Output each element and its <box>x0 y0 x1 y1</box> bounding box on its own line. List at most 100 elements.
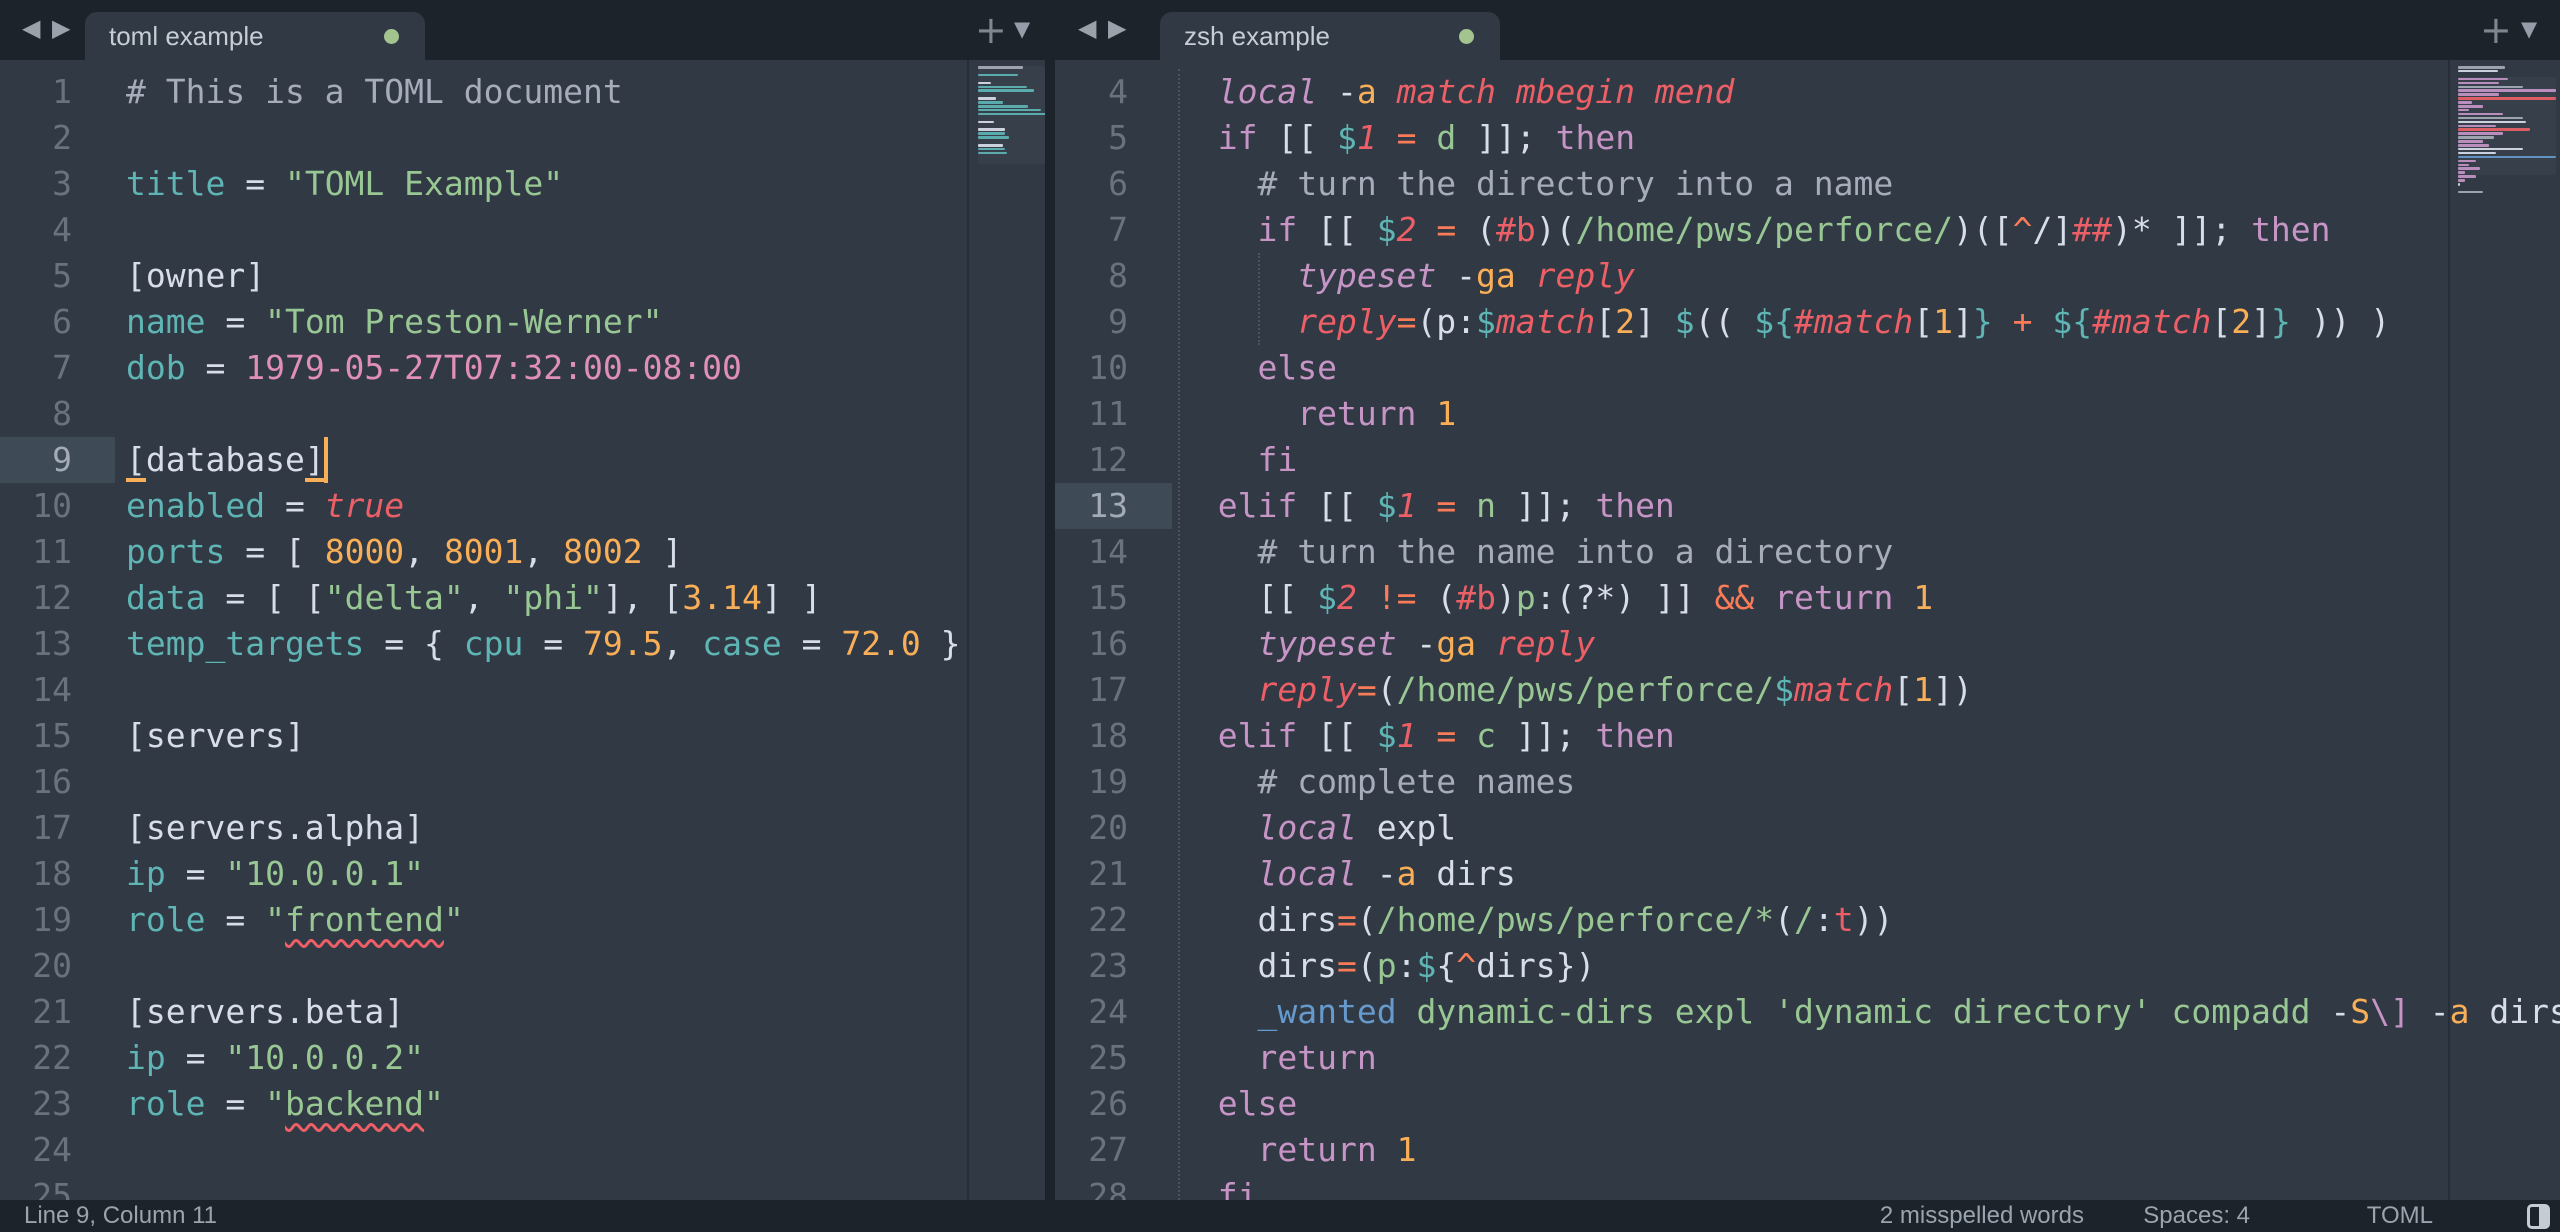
line-number[interactable]: 21 <box>1055 851 1128 897</box>
code-line[interactable]: # turn the name into a directory <box>1178 529 1893 575</box>
line-number[interactable]: 22 <box>1055 897 1128 943</box>
line-number[interactable]: 5 <box>1055 115 1128 161</box>
cursor-position-status[interactable]: Line 9, Column 11 <box>24 1200 217 1232</box>
prev-tab-arrow-icon[interactable]: ◀ <box>22 14 40 42</box>
indentation-status[interactable]: Spaces: 4 <box>2143 1200 2250 1232</box>
line-number[interactable]: 7 <box>0 345 72 391</box>
code-line[interactable]: return <box>1178 1035 1377 1081</box>
line-number[interactable]: 17 <box>0 805 72 851</box>
code-line[interactable]: [servers.alpha] <box>126 805 424 851</box>
line-number[interactable]: 19 <box>1055 759 1128 805</box>
line-number[interactable]: 16 <box>0 759 72 805</box>
code-line[interactable]: [[ $2 != (#b)p:(?*) ]] && return 1 <box>1178 575 1933 621</box>
line-number[interactable]: 15 <box>0 713 72 759</box>
code-line[interactable]: # turn the directory into a name <box>1178 161 1893 207</box>
line-number[interactable]: 2 <box>0 115 72 161</box>
code-line[interactable]: if [[ $1 = d ]]; then <box>1178 115 1635 161</box>
line-number[interactable]: 24 <box>1055 989 1128 1035</box>
line-number[interactable]: 25 <box>1055 1035 1128 1081</box>
line-number[interactable]: 6 <box>1055 161 1128 207</box>
line-number[interactable]: 21 <box>0 989 72 1035</box>
misspelled-words-status[interactable]: 2 misspelled words <box>1880 1200 2084 1232</box>
pane-divider[interactable] <box>1045 60 1055 1200</box>
line-number[interactable]: 18 <box>0 851 72 897</box>
prev-tab-arrow-icon-right[interactable]: ◀ <box>1078 14 1096 42</box>
tab-zsh-example[interactable]: zsh example <box>1160 12 1500 60</box>
line-number[interactable]: 28 <box>1055 1173 1128 1200</box>
line-number[interactable]: 23 <box>1055 943 1128 989</box>
line-number[interactable]: 15 <box>1055 575 1128 621</box>
line-number[interactable]: 14 <box>1055 529 1128 575</box>
code-line[interactable]: elif [[ $1 = c ]]; then <box>1178 713 1675 759</box>
pane-zsh[interactable]: 4 local -a match mbegin mend 5 if [[ $1 =… <box>1055 60 2560 1200</box>
line-number[interactable]: 4 <box>0 207 72 253</box>
code-line[interactable]: dirs=(p:${^dirs}) <box>1178 943 1595 989</box>
line-number[interactable]: 13 <box>0 621 72 667</box>
code-line[interactable]: local expl <box>1178 805 1456 851</box>
code-line[interactable]: elif [[ $1 = n ]]; then <box>1178 483 1675 529</box>
line-number[interactable]: 27 <box>1055 1127 1128 1173</box>
line-number[interactable]: 5 <box>0 253 72 299</box>
code-line[interactable]: _wanted dynamic-dirs expl 'dynamic direc… <box>1178 989 2560 1035</box>
minimap-left[interactable] <box>978 66 1045 1200</box>
line-number[interactable]: 23 <box>0 1081 72 1127</box>
line-number[interactable]: 14 <box>0 667 72 713</box>
tab-toml-example[interactable]: toml example <box>85 12 425 60</box>
new-tab-button-right[interactable]: + <box>2480 8 2512 52</box>
code-line[interactable]: data = [ ["delta", "phi"], [3.14] ] <box>126 575 821 621</box>
next-tab-arrow-icon[interactable]: ▶ <box>52 14 70 42</box>
code-line[interactable]: reply=(/home/pws/perforce/$match[1]) <box>1178 667 1973 713</box>
code-line[interactable]: fi <box>1178 437 1297 483</box>
code-line[interactable]: name = "Tom Preston-Werner" <box>126 299 662 345</box>
line-number[interactable]: 13 <box>1055 483 1128 529</box>
tab-list-dropdown-left[interactable]: ▼ <box>1014 17 1030 41</box>
line-number[interactable]: 3 <box>0 161 72 207</box>
line-number[interactable]: 10 <box>0 483 72 529</box>
code-line[interactable]: [servers] <box>126 713 305 759</box>
code-line[interactable]: # This is a TOML document <box>126 69 623 115</box>
line-number[interactable]: 10 <box>1055 345 1128 391</box>
code-line[interactable]: dirs=(/home/pws/perforce/*(/:t)) <box>1178 897 1893 943</box>
line-number[interactable]: 25 <box>0 1173 72 1200</box>
code-line[interactable]: [database] <box>126 437 325 483</box>
line-number[interactable]: 1 <box>0 69 72 115</box>
code-line[interactable]: dob = 1979-05-27T07:32:00-08:00 <box>126 345 742 391</box>
code-line[interactable]: # complete names <box>1178 759 1575 805</box>
next-tab-arrow-icon-right[interactable]: ▶ <box>1108 14 1126 42</box>
new-tab-button-left[interactable]: + <box>975 8 1007 52</box>
line-number[interactable]: 8 <box>1055 253 1128 299</box>
line-number[interactable]: 24 <box>0 1127 72 1173</box>
line-number[interactable]: 9 <box>0 437 72 483</box>
code-line[interactable]: enabled = true <box>126 483 404 529</box>
code-line[interactable]: else <box>1178 1081 1297 1127</box>
code-line[interactable]: return 1 <box>1178 1127 1416 1173</box>
line-number[interactable]: 20 <box>0 943 72 989</box>
line-number[interactable]: 22 <box>0 1035 72 1081</box>
code-line[interactable]: return 1 <box>1178 391 1456 437</box>
code-line[interactable]: [servers.beta] <box>126 989 404 1035</box>
line-number[interactable]: 4 <box>1055 69 1128 115</box>
line-number[interactable]: 20 <box>1055 805 1128 851</box>
line-number[interactable]: 8 <box>0 391 72 437</box>
line-number[interactable]: 11 <box>1055 391 1128 437</box>
code-line[interactable]: role = "backend" <box>126 1081 444 1127</box>
code-line[interactable]: ip = "10.0.0.2" <box>126 1035 424 1081</box>
line-number[interactable]: 11 <box>0 529 72 575</box>
toggle-panel-icon[interactable] <box>2527 1204 2550 1229</box>
code-line[interactable]: typeset -ga reply <box>1178 253 1635 299</box>
line-number[interactable]: 12 <box>0 575 72 621</box>
code-line[interactable]: temp_targets = { cpu = 79.5, case = 72.0… <box>126 621 961 667</box>
code-line[interactable]: if [[ $2 = (#b)(/home/pws/perforce/)([^/… <box>1178 207 2331 253</box>
line-number[interactable]: 18 <box>1055 713 1128 759</box>
line-number[interactable]: 17 <box>1055 667 1128 713</box>
code-line[interactable]: [owner] <box>126 253 265 299</box>
code-line[interactable]: local -a dirs <box>1178 851 1516 897</box>
line-number[interactable]: 26 <box>1055 1081 1128 1127</box>
code-line[interactable]: else <box>1178 345 1337 391</box>
line-number[interactable]: 7 <box>1055 207 1128 253</box>
pane-toml[interactable]: 1 # This is a TOML document 23 title = "TOM… <box>0 60 1045 1200</box>
code-line[interactable]: title = "TOML Example" <box>126 161 563 207</box>
code-line[interactable]: local -a match mbegin mend <box>1178 69 1734 115</box>
code-line[interactable]: role = "frontend" <box>126 897 464 943</box>
code-line[interactable]: ports = [ 8000, 8001, 8002 ] <box>126 529 682 575</box>
